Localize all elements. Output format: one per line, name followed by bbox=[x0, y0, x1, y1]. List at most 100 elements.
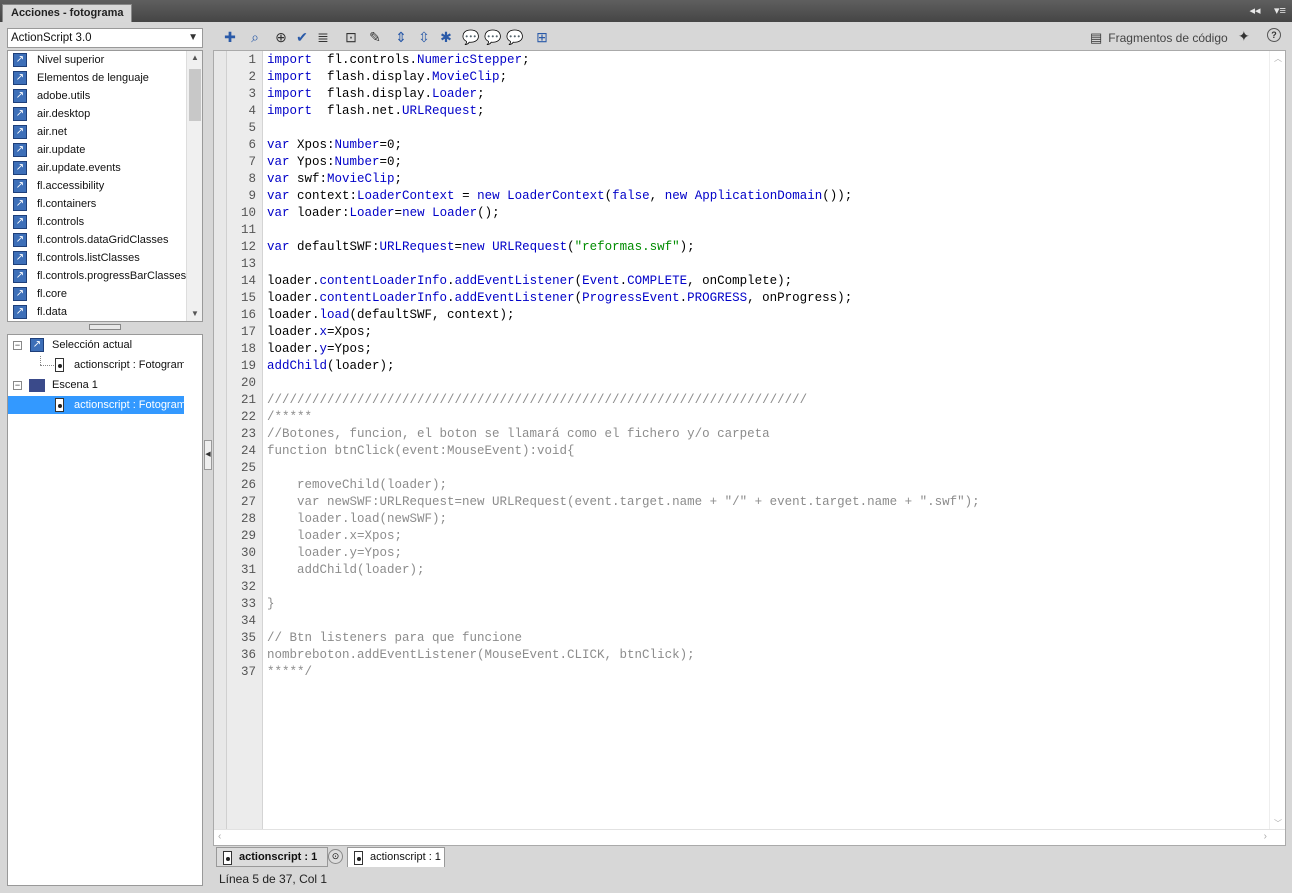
tree-current-item[interactable]: actionscript : Fotograma 1 bbox=[8, 356, 184, 374]
insert-target-path-icon[interactable]: ⊕ bbox=[272, 28, 290, 46]
library-item[interactable]: ↗ Elementos de lenguaje bbox=[8, 69, 202, 87]
library-item[interactable]: ↗ air.update bbox=[8, 141, 202, 159]
line-number: 18 bbox=[240, 342, 256, 356]
panel-tab[interactable]: Acciones - fotograma bbox=[2, 4, 133, 22]
line-number: 36 bbox=[240, 648, 256, 662]
code-line[interactable]: loader.contentLoaderInfo.addEventListene… bbox=[267, 290, 852, 307]
tab-script-current[interactable]: actionscript : 1 bbox=[347, 847, 445, 867]
library-item[interactable]: ↗ air.update.events bbox=[8, 159, 202, 177]
code-line[interactable]: var swf:MovieClip; bbox=[267, 171, 402, 188]
splitter-grip[interactable] bbox=[89, 324, 121, 330]
tab-script-pinned[interactable]: actionscript : 1 bbox=[216, 847, 328, 867]
show-hide-toolbox-icon[interactable]: ⊞ bbox=[533, 28, 551, 46]
library-item[interactable]: ↗ fl.controls bbox=[8, 213, 202, 231]
code-line[interactable]: loader.y=Ypos; bbox=[267, 545, 402, 562]
code-assist-wand-icon[interactable]: ✦ bbox=[1238, 28, 1250, 45]
code-line[interactable]: loader.x=Xpos; bbox=[267, 324, 372, 341]
library-item[interactable]: ↗ fl.controls.listClasses bbox=[8, 249, 202, 267]
code-line[interactable]: addChild(loader); bbox=[267, 358, 395, 375]
code-line[interactable]: loader.load(defaultSWF, context); bbox=[267, 307, 515, 324]
code-line[interactable]: } bbox=[267, 596, 275, 613]
code-line[interactable]: // Btn listeners para que funcione bbox=[267, 630, 522, 647]
code-line[interactable]: import fl.controls.NumericStepper; bbox=[267, 52, 530, 69]
code-snippets-button[interactable]: ▤ Fragmentos de código bbox=[1090, 29, 1228, 47]
scroll-right-icon[interactable]: › bbox=[1264, 831, 1267, 842]
library-item[interactable]: ↗ fl.controls.dataGridClasses bbox=[8, 231, 202, 249]
pin-script-icon[interactable]: ⊙ bbox=[328, 849, 343, 864]
code-token: var bbox=[267, 138, 290, 152]
library-item[interactable]: ↗ Nivel superior bbox=[8, 51, 202, 69]
code-line[interactable]: var defaultSWF:URLRequest=new URLRequest… bbox=[267, 239, 695, 256]
tree-scene-item-selected[interactable]: actionscript : Fotograma 1 bbox=[8, 396, 184, 414]
find-icon[interactable]: ⌕ bbox=[246, 28, 264, 46]
library-item[interactable]: ↗ fl.core bbox=[8, 285, 202, 303]
tree-current-selection[interactable]: ↗ Selección actual bbox=[8, 336, 202, 354]
editor-vertical-scrollbar[interactable]: ︿ ﹀ bbox=[1269, 51, 1285, 831]
collapse-selection-icon[interactable]: ⇳ bbox=[415, 28, 433, 46]
code-line[interactable]: nombreboton.addEventListener(MouseEvent.… bbox=[267, 647, 695, 664]
code-line[interactable]: addChild(loader); bbox=[267, 562, 425, 579]
library-scrollbar[interactable]: ▲ ▼ bbox=[186, 51, 202, 321]
line-number: 13 bbox=[240, 257, 256, 271]
code-line[interactable]: var Xpos:Number=0; bbox=[267, 137, 402, 154]
code-line[interactable]: removeChild(loader); bbox=[267, 477, 447, 494]
code-line[interactable]: import flash.display.MovieClip; bbox=[267, 69, 507, 86]
expand-all-icon[interactable]: ✱ bbox=[437, 28, 455, 46]
help-icon[interactable]: ? bbox=[1267, 28, 1281, 42]
pane-splitter[interactable] bbox=[7, 324, 203, 332]
editor-horizontal-scrollbar[interactable]: ‹ › bbox=[214, 829, 1285, 845]
frame-icon bbox=[55, 398, 64, 412]
apply-block-comment-icon[interactable]: 💬 bbox=[462, 28, 480, 46]
library-item[interactable]: ↗ air.net bbox=[8, 123, 202, 141]
code-line[interactable]: var context:LoaderContext = new LoaderCo… bbox=[267, 188, 852, 205]
check-syntax-icon[interactable]: ✔ bbox=[293, 28, 311, 46]
scroll-down-icon[interactable]: ▼ bbox=[187, 307, 202, 321]
code-line[interactable]: var newSWF:URLRequest=new URLRequest(eve… bbox=[267, 494, 980, 511]
library-item[interactable]: ↗ fl.controls.progressBarClasses bbox=[8, 267, 202, 285]
library-item[interactable]: ↗ fl.containers bbox=[8, 195, 202, 213]
tree-scene[interactable]: Escena 1 bbox=[8, 376, 202, 394]
add-item-icon[interactable]: ✚ bbox=[221, 28, 239, 46]
line-number: 35 bbox=[240, 631, 256, 645]
scroll-up-icon[interactable]: ︿ bbox=[1270, 53, 1285, 64]
code-line[interactable]: loader.y=Ypos; bbox=[267, 341, 372, 358]
debug-options-icon[interactable]: ✎ bbox=[366, 28, 384, 46]
code-line[interactable]: ////////////////////////////////////////… bbox=[267, 392, 807, 409]
remove-comment-icon[interactable]: 💬 bbox=[506, 28, 524, 46]
code-line[interactable]: loader.x=Xpos; bbox=[267, 528, 402, 545]
panel-menu-icon[interactable]: ▾≡ bbox=[1270, 4, 1290, 18]
code-line[interactable]: var Ypos:Number=0; bbox=[267, 154, 402, 171]
code-line[interactable]: //Botones, funcion, el boton se llamará … bbox=[267, 426, 770, 443]
code-token: URLRequest bbox=[492, 240, 568, 254]
scroll-down-icon[interactable]: ﹀ bbox=[1270, 818, 1285, 829]
line-number: 27 bbox=[240, 495, 256, 509]
library-item[interactable]: ↗ air.desktop bbox=[8, 105, 202, 123]
scroll-up-icon[interactable]: ▲ bbox=[187, 51, 202, 65]
apply-line-comment-icon[interactable]: 💬 bbox=[484, 28, 502, 46]
collapse-toolbox-button[interactable]: ◀ bbox=[204, 440, 212, 470]
line-number: 24 bbox=[240, 444, 256, 458]
library-item[interactable]: ↗ fl.accessibility bbox=[8, 177, 202, 195]
library-list[interactable]: ↗ Nivel superior ↗ Elementos de lenguaje ↗ ad… bbox=[7, 50, 203, 322]
code-line[interactable]: function btnClick(event:MouseEvent):void… bbox=[267, 443, 575, 460]
scroll-left-icon[interactable]: ‹ bbox=[218, 831, 221, 842]
double-chevron-left-icon[interactable]: ◂◂ bbox=[1245, 4, 1265, 18]
script-navigator[interactable]: − ↗ Selección actual actionscript : Foto… bbox=[7, 334, 203, 886]
code-line[interactable]: /***** bbox=[267, 409, 312, 426]
code-line[interactable]: loader.contentLoaderInfo.addEventListene… bbox=[267, 273, 792, 290]
collapse-between-braces-icon[interactable]: ⇕ bbox=[392, 28, 410, 46]
code-line[interactable]: *****/ bbox=[267, 664, 312, 681]
language-select[interactable]: ActionScript 3.0 ▼ bbox=[7, 28, 203, 48]
code-line[interactable]: var loader:Loader=new Loader(); bbox=[267, 205, 500, 222]
library-item[interactable]: ↗ adobe.utils bbox=[8, 87, 202, 105]
code-hint-icon[interactable]: ⊡ bbox=[342, 28, 360, 46]
scroll-thumb[interactable] bbox=[189, 69, 201, 121]
script-editor[interactable]: 1 2 3 4 5 6 7 8 9 10 11 12 13 14 15 16 17 18 19 20 21 22 23 24 2… bbox=[213, 50, 1286, 846]
code-line[interactable]: loader.load(newSWF); bbox=[267, 511, 447, 528]
code-line[interactable]: import flash.display.Loader; bbox=[267, 86, 485, 103]
line-number: 37 bbox=[240, 665, 256, 679]
auto-format-icon[interactable]: ≣ bbox=[314, 28, 332, 46]
code-line[interactable]: import flash.net.URLRequest; bbox=[267, 103, 485, 120]
library-item[interactable]: ↗ fl.data bbox=[8, 303, 202, 321]
